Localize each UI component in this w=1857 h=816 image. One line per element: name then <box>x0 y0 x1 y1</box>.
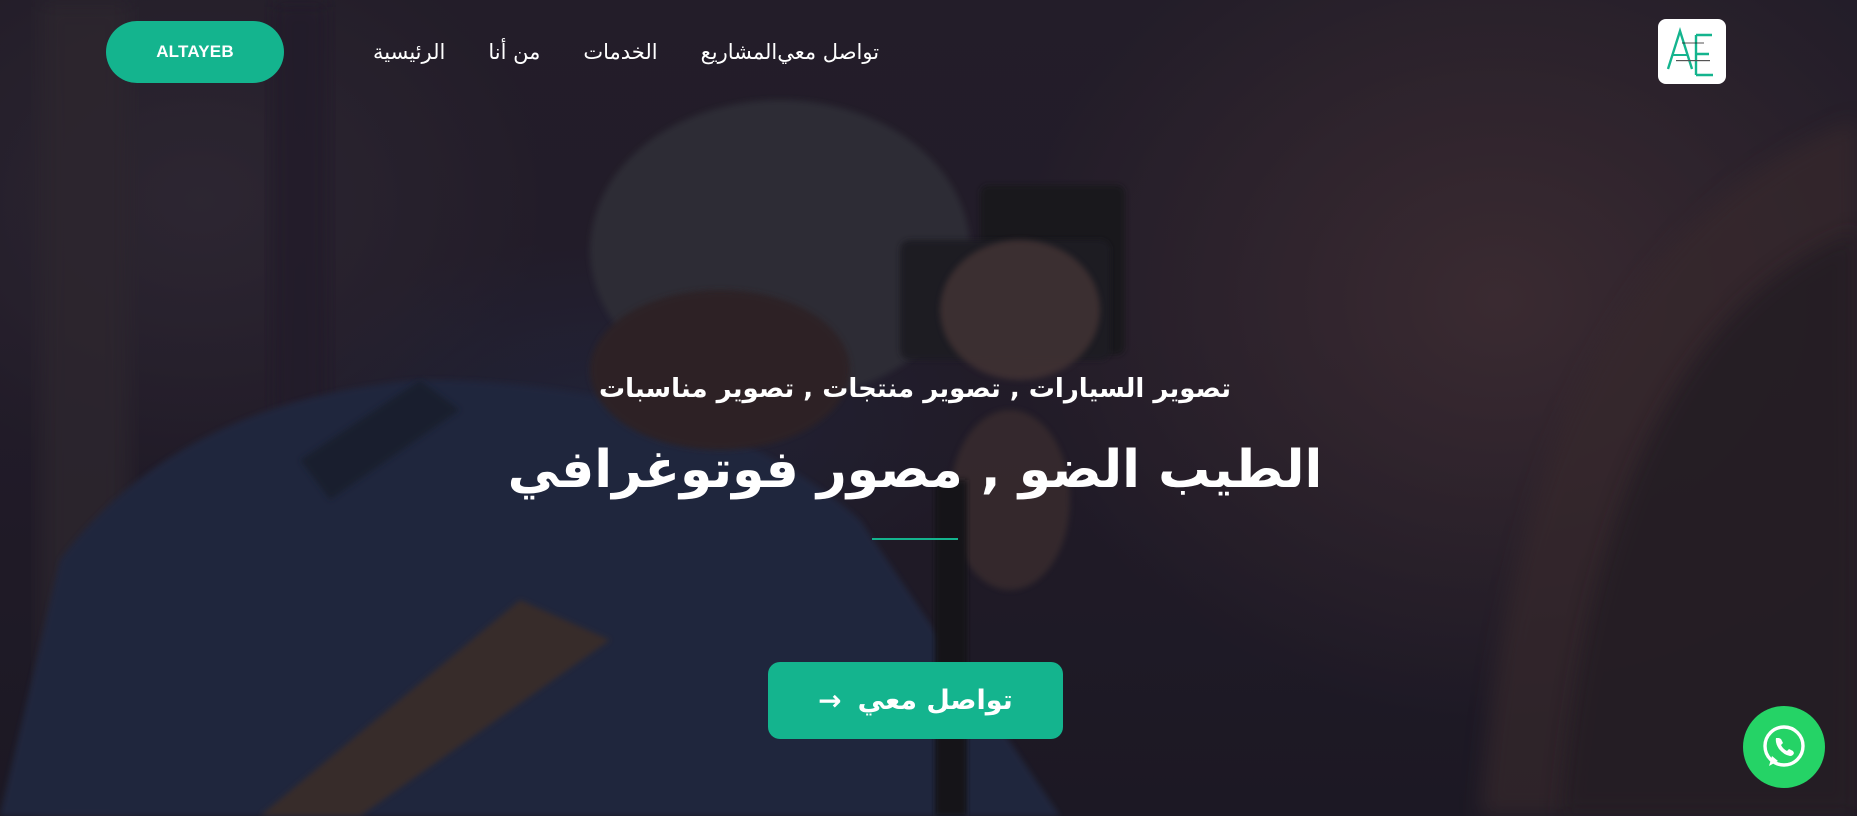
nav-item-projects[interactable]: المشاريع <box>701 40 778 64</box>
header-cta-button[interactable]: ALTAYEB <box>106 21 284 83</box>
whatsapp-icon <box>1763 725 1805 767</box>
site-logo[interactable] <box>1658 19 1726 84</box>
main-navigation: الرئيسية من أنا الخدمات المشاريع تواصل م… <box>330 30 879 74</box>
arrow-right-icon: → <box>818 684 842 717</box>
nav-item-about[interactable]: من أنا <box>488 40 540 64</box>
hero-contact-button-label: تواصل معي <box>857 685 1013 716</box>
whatsapp-button[interactable] <box>1743 706 1825 788</box>
hero-contact-button[interactable]: تواصل معي → <box>768 662 1063 739</box>
nav-item-services[interactable]: الخدمات <box>583 40 657 64</box>
hero-subtitle: تصوير السيارات , تصوير منتجات , تصوير من… <box>599 374 1231 404</box>
hero-section: ALTAYEB الرئيسية من أنا الخدمات المشاريع… <box>0 0 1857 816</box>
site-header: ALTAYEB الرئيسية من أنا الخدمات المشاريع… <box>0 0 1857 106</box>
nav-item-contact[interactable]: تواصل معي <box>777 40 879 64</box>
title-divider <box>872 538 958 540</box>
hero-title: الطيب الضو , مصور فوتوغرافي <box>507 440 1323 500</box>
nav-item-home[interactable]: الرئيسية <box>373 40 445 64</box>
ae-monogram-logo <box>1666 26 1713 76</box>
